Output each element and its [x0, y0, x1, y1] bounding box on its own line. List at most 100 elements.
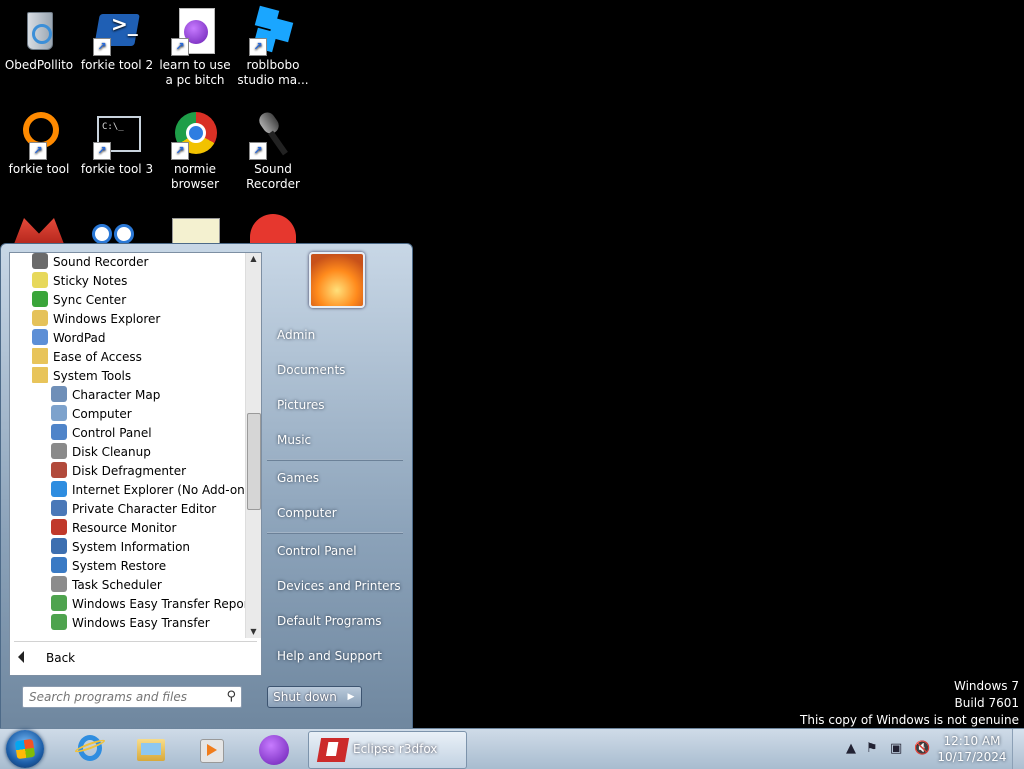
windows-logo-icon	[14, 738, 36, 760]
cmd-icon: C:\_ ↗	[93, 110, 141, 160]
taskbar-active-window[interactable]: Eclipse r3dfox	[308, 731, 467, 769]
program-item[interactable]: Task Scheduler	[10, 576, 245, 595]
program-item[interactable]: Disk Defragmenter	[10, 462, 245, 481]
program-item[interactable]: Ease of Access	[10, 348, 245, 367]
program-item-label: Task Scheduler	[72, 578, 162, 592]
easy-transfer-icon	[51, 595, 67, 611]
start-right-games[interactable]: Games	[277, 471, 319, 485]
microphone-icon	[32, 253, 48, 269]
program-item[interactable]: Sync Center	[10, 291, 245, 310]
computer-icon	[51, 405, 67, 421]
control-panel-icon	[51, 424, 67, 440]
show-hidden-icons-arrow-icon[interactable]: ▲	[846, 741, 856, 756]
character-map-icon	[51, 386, 67, 402]
taskbar-internet-explorer-icon[interactable]	[73, 733, 107, 765]
desktop-icon-forkie-tool[interactable]: ↗ forkie tool	[0, 110, 78, 177]
program-item-label: Internet Explorer (No Add-ons)	[72, 483, 245, 497]
desktop-icon-learn-to-use[interactable]: ↗ learn to use a pc bitch	[156, 6, 234, 88]
desktop-icon-sound-recorder[interactable]: ↗ Sound Recorder	[234, 109, 312, 192]
program-item[interactable]: System Information	[10, 538, 245, 557]
scroll-down-arrow-icon[interactable]: ▼	[246, 626, 261, 638]
scroll-up-arrow-icon[interactable]: ▲	[246, 253, 261, 265]
internet-explorer-icon	[51, 481, 67, 497]
program-item-label: Control Panel	[72, 426, 152, 440]
taskbar-purple-orb-icon[interactable]	[257, 733, 289, 765]
microphone-icon: ↗	[249, 109, 297, 160]
program-item[interactable]: System Tools	[10, 367, 245, 386]
disk-defrag-icon	[51, 462, 67, 478]
program-item[interactable]: System Restore	[10, 557, 245, 576]
desktop-icon-label: Sound Recorder	[246, 162, 300, 191]
all-programs-list: Sound Recorder Sticky Notes Sync Center Win…	[10, 253, 245, 638]
start-button[interactable]	[6, 730, 44, 768]
start-right-help-support[interactable]: Help and Support	[277, 649, 382, 663]
show-desktop-button[interactable]	[1012, 729, 1024, 769]
back-button[interactable]: Back	[18, 645, 75, 671]
start-right-devices-printers[interactable]: Devices and Printers	[277, 579, 401, 593]
desktop-icon-forkie-tool-2[interactable]: >_ ↗ forkie tool 2	[78, 6, 156, 73]
start-right-admin[interactable]: Admin	[277, 328, 315, 342]
search-input[interactable]	[23, 687, 221, 707]
desktop-icon-partial-3[interactable]	[172, 218, 220, 246]
divider	[267, 532, 403, 534]
program-item[interactable]: Windows Explorer	[10, 310, 245, 329]
start-right-computer[interactable]: Computer	[277, 506, 337, 520]
roblox-studio-icon: ↗	[249, 5, 297, 56]
program-item-label: Sync Center	[53, 293, 127, 307]
desktop-icon-forkie-tool-3[interactable]: C:\_ ↗ forkie tool 3	[78, 110, 156, 177]
desktop-icon-partial-1[interactable]	[14, 218, 64, 244]
desktop-icon-recycle-bin[interactable]: ObedPollito	[0, 6, 78, 73]
start-right-pictures[interactable]: Pictures	[277, 398, 325, 412]
taskbar-media-player-icon[interactable]	[196, 733, 228, 765]
program-item[interactable]: Control Panel	[10, 424, 245, 443]
program-item-label: System Tools	[53, 369, 132, 383]
shutdown-options-arrow-icon[interactable]: ▶	[341, 686, 362, 708]
desktop-icon-label: normie browser	[170, 162, 219, 191]
program-item[interactable]: Resource Monitor	[10, 519, 245, 538]
program-item[interactable]: Windows Easy Transfer Reports	[10, 595, 245, 614]
desktop-icon-label: learn to use a pc bitch	[159, 58, 231, 87]
start-right-documents[interactable]: Documents	[277, 363, 345, 377]
program-item[interactable]: Private Character Editor	[10, 500, 245, 519]
program-item-label: Windows Easy Transfer	[72, 616, 210, 630]
taskbar-explorer-folder-icon[interactable]	[135, 733, 167, 765]
shutdown-button[interactable]: Shut down	[267, 686, 343, 708]
program-item[interactable]: Sound Recorder	[10, 253, 245, 272]
network-icon[interactable]: ▣	[890, 741, 902, 756]
program-item-label: System Restore	[72, 559, 167, 573]
start-right-music[interactable]: Music	[277, 433, 311, 447]
search-box[interactable]: ⚲	[22, 686, 242, 708]
desktop-icon-label: forkie tool 2	[80, 58, 154, 72]
desktop-icon-partial-4[interactable]	[250, 214, 296, 244]
shortcut-arrow-icon: ↗	[171, 142, 189, 160]
action-center-flag-icon[interactable]: ⚑	[866, 741, 878, 756]
taskbar-window-title: Eclipse r3dfox	[353, 742, 438, 756]
program-item[interactable]: Computer	[10, 405, 245, 424]
desktop-icon-partial-2[interactable]	[92, 222, 138, 244]
purple-orb-icon: ↗	[171, 6, 219, 56]
search-icon[interactable]: ⚲	[226, 689, 236, 704]
start-right-control-panel[interactable]: Control Panel	[277, 544, 357, 558]
clock-date: 10/17/2024	[937, 750, 1007, 764]
back-arrow-icon	[18, 651, 24, 663]
program-item[interactable]: Character Map	[10, 386, 245, 405]
program-item-label: Computer	[72, 407, 132, 421]
desktop-icon-normie-browser[interactable]: ↗ normie browser	[156, 110, 234, 192]
shortcut-arrow-icon: ↗	[249, 142, 267, 160]
program-item[interactable]: Internet Explorer (No Add-ons)	[10, 481, 245, 500]
start-right-default-programs[interactable]: Default Programs	[277, 614, 382, 628]
back-label: Back	[46, 651, 76, 665]
desktop-icon-roblbobo-studio[interactable]: ↗ roblbobo studio ma...	[234, 5, 312, 88]
desktop-icon-label: roblbobo studio ma...	[237, 58, 309, 87]
disk-cleanup-icon	[51, 443, 67, 459]
scrollbar-thumb[interactable]	[247, 413, 261, 510]
program-item[interactable]: Disk Cleanup	[10, 443, 245, 462]
resource-monitor-icon	[51, 519, 67, 535]
user-picture[interactable]	[309, 252, 365, 308]
taskbar-clock[interactable]: 12:10 AM 10/17/2024	[930, 733, 1014, 765]
program-item[interactable]: WordPad	[10, 329, 245, 348]
program-list-scrollbar[interactable]: ▲ ▼	[245, 253, 261, 638]
volume-muted-icon[interactable]: 🔇	[914, 741, 930, 756]
program-item[interactable]: Sticky Notes	[10, 272, 245, 291]
program-item[interactable]: Windows Easy Transfer	[10, 614, 245, 633]
